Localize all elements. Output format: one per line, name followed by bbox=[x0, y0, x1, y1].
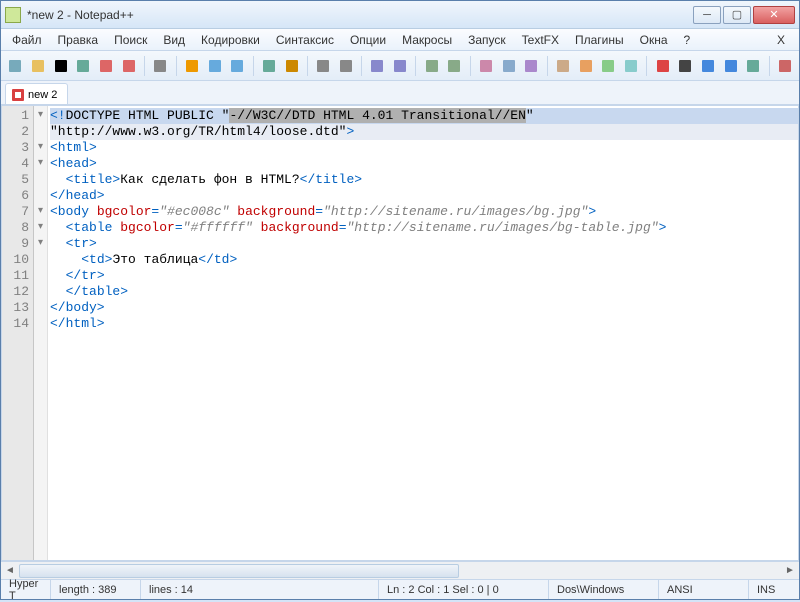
menu-вид[interactable]: Вид bbox=[156, 31, 192, 49]
menu-опции[interactable]: Опции bbox=[343, 31, 393, 49]
close-icon[interactable] bbox=[96, 55, 117, 77]
menu-кодировки[interactable]: Кодировки bbox=[194, 31, 267, 49]
unsaved-icon bbox=[12, 89, 24, 101]
wrap-icon[interactable] bbox=[476, 55, 497, 77]
tab-label: new 2 bbox=[28, 89, 57, 101]
menubar: ФайлПравкаПоискВидКодировкиСинтаксисОпци… bbox=[1, 29, 799, 51]
scroll-left-icon[interactable]: ◄ bbox=[1, 563, 19, 579]
statusbar: Hyper T length : 389 lines : 14 Ln : 2 C… bbox=[1, 579, 799, 599]
menu-правка[interactable]: Правка bbox=[51, 31, 106, 49]
indent-guide-icon[interactable] bbox=[521, 55, 542, 77]
copy-icon[interactable] bbox=[204, 55, 225, 77]
code-line[interactable]: <title>Как сделать фон в HTML?</title> bbox=[50, 172, 798, 188]
code-line[interactable]: <head> bbox=[50, 156, 798, 172]
menu-плагины[interactable]: Плагины bbox=[568, 31, 631, 49]
folder-icon[interactable] bbox=[575, 55, 596, 77]
cut-icon[interactable] bbox=[182, 55, 203, 77]
menu-поиск[interactable]: Поиск bbox=[107, 31, 154, 49]
window-controls: ─ ▢ ✕ bbox=[693, 6, 795, 24]
play-icon[interactable] bbox=[698, 55, 719, 77]
status-encoding: ANSI bbox=[659, 580, 749, 599]
titlebar[interactable]: *new 2 - Notepad++ ─ ▢ ✕ bbox=[1, 1, 799, 29]
sync-v-icon[interactable] bbox=[421, 55, 442, 77]
menu-окна[interactable]: Окна bbox=[633, 31, 675, 49]
undo-icon[interactable] bbox=[259, 55, 280, 77]
menu-?[interactable]: ? bbox=[677, 31, 698, 49]
code-line[interactable]: </tr> bbox=[50, 268, 798, 284]
fold-gutter[interactable]: ▾▾▾▾▾▾ bbox=[34, 106, 48, 560]
scroll-track[interactable] bbox=[19, 563, 781, 579]
replace-icon[interactable] bbox=[335, 55, 356, 77]
h-scrollbar[interactable]: ◄ ► bbox=[1, 561, 799, 579]
app-icon bbox=[5, 7, 21, 23]
code-line[interactable]: <table bgcolor="#ffffff" background="htt… bbox=[50, 220, 798, 236]
status-position: Ln : 2 Col : 1 Sel : 0 | 0 bbox=[379, 580, 549, 599]
editor: 1234567891011121314 ▾▾▾▾▾▾ <!DOCTYPE HTM… bbox=[1, 105, 799, 561]
status-lang: Hyper T bbox=[1, 580, 51, 599]
code-line[interactable]: </body> bbox=[50, 300, 798, 316]
close-all-icon[interactable] bbox=[118, 55, 139, 77]
code-line[interactable]: <html> bbox=[50, 140, 798, 156]
tabbar: new 2 bbox=[1, 81, 799, 105]
code-line[interactable]: "http://www.w3.org/TR/html4/loose.dtd"> bbox=[50, 124, 798, 140]
maximize-button[interactable]: ▢ bbox=[723, 6, 751, 24]
paste-icon[interactable] bbox=[227, 55, 248, 77]
status-lines: lines : 14 bbox=[141, 580, 379, 599]
menu-textfx[interactable]: TextFX bbox=[515, 31, 566, 49]
menu-файл[interactable]: Файл bbox=[5, 31, 49, 49]
find-icon[interactable] bbox=[313, 55, 334, 77]
print-icon[interactable] bbox=[150, 55, 171, 77]
save-all-icon[interactable] bbox=[73, 55, 94, 77]
doc-map-icon[interactable] bbox=[598, 55, 619, 77]
code-line[interactable]: </html> bbox=[50, 316, 798, 332]
new-file-icon[interactable] bbox=[5, 55, 26, 77]
window-title: *new 2 - Notepad++ bbox=[27, 8, 693, 22]
show-all-icon[interactable] bbox=[498, 55, 519, 77]
status-length: length : 389 bbox=[51, 580, 141, 599]
line-gutter[interactable]: 1234567891011121314 bbox=[2, 106, 34, 560]
menu-запуск[interactable]: Запуск bbox=[461, 31, 513, 49]
open-file-icon[interactable] bbox=[28, 55, 49, 77]
redo-icon[interactable] bbox=[281, 55, 302, 77]
code-line[interactable]: <body bgcolor="#ec008c" background="http… bbox=[50, 204, 798, 220]
scroll-right-icon[interactable]: ► bbox=[781, 563, 799, 579]
status-eol: Dos\Windows bbox=[549, 580, 659, 599]
code-line[interactable]: <td>Это таблица</td> bbox=[50, 252, 798, 268]
status-mode: INS bbox=[749, 580, 799, 599]
stop-icon[interactable] bbox=[675, 55, 696, 77]
code-line[interactable]: <!DOCTYPE HTML PUBLIC "-//W3C//DTD HTML … bbox=[50, 108, 798, 124]
scroll-thumb[interactable] bbox=[19, 564, 459, 578]
code-line[interactable]: </table> bbox=[50, 284, 798, 300]
tab-new-2[interactable]: new 2 bbox=[5, 83, 68, 104]
zoom-in-icon[interactable] bbox=[367, 55, 388, 77]
record-icon[interactable] bbox=[652, 55, 673, 77]
zoom-out-icon[interactable] bbox=[390, 55, 411, 77]
lang-icon[interactable] bbox=[553, 55, 574, 77]
play-multi-icon[interactable] bbox=[720, 55, 741, 77]
toolbar bbox=[1, 51, 799, 81]
save-icon[interactable] bbox=[50, 55, 71, 77]
code-line[interactable]: <tr> bbox=[50, 236, 798, 252]
close-button[interactable]: ✕ bbox=[753, 6, 795, 24]
func-list-icon[interactable] bbox=[621, 55, 642, 77]
minimize-button[interactable]: ─ bbox=[693, 6, 721, 24]
spellcheck-icon[interactable] bbox=[775, 55, 796, 77]
sync-h-icon[interactable] bbox=[444, 55, 465, 77]
menu-синтаксис[interactable]: Синтаксис bbox=[269, 31, 341, 49]
code-line[interactable]: </head> bbox=[50, 188, 798, 204]
menu-макросы[interactable]: Макросы bbox=[395, 31, 459, 49]
app-window: *new 2 - Notepad++ ─ ▢ ✕ ФайлПравкаПоиск… bbox=[0, 0, 800, 600]
code-area[interactable]: <!DOCTYPE HTML PUBLIC "-//W3C//DTD HTML … bbox=[48, 106, 798, 560]
close-doc-button[interactable]: X bbox=[767, 31, 795, 49]
save-macro-icon[interactable] bbox=[743, 55, 764, 77]
